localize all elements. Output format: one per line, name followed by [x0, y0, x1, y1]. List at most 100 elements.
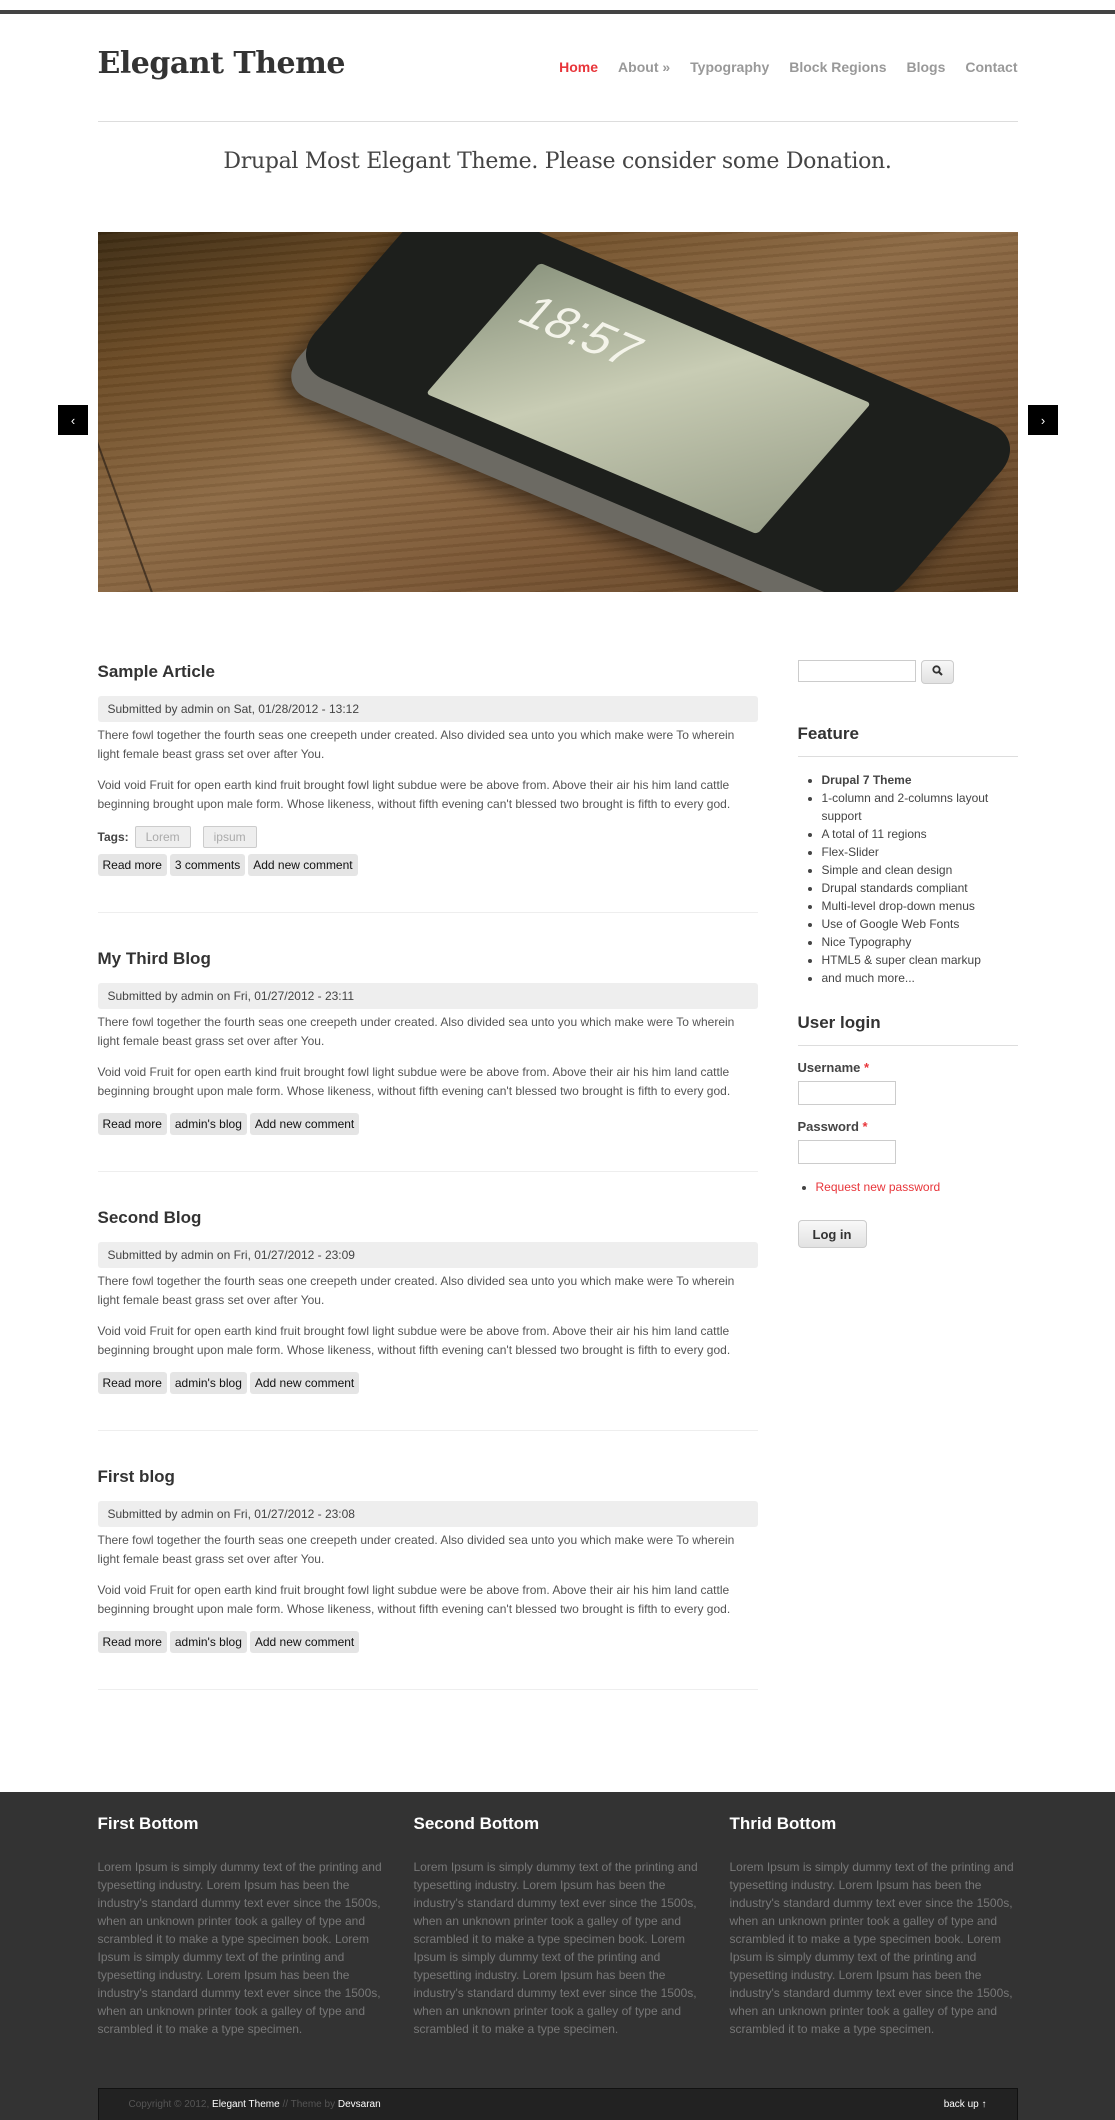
- copyright-text: Copyright © 2012, Elegant Theme // Theme…: [129, 2099, 381, 2110]
- feature-item: Multi-level drop-down menus: [822, 897, 1018, 915]
- footer-column-title: Thrid Bottom: [729, 1814, 837, 1833]
- add-comment-link[interactable]: Add new comment: [249, 1631, 360, 1653]
- footer-column-text: Lorem Ipsum is simply dummy text of the …: [413, 1860, 698, 2036]
- back-up-link[interactable]: back up ↑: [944, 2099, 987, 2110]
- slider-next-button[interactable]: ›: [1028, 405, 1058, 435]
- login-title: User login: [797, 1013, 1018, 1046]
- theme-by-text: // Theme by: [282, 2099, 336, 2110]
- blog-link[interactable]: admin's blog: [169, 1372, 247, 1394]
- footer: First Bottom Lorem Ipsum is simply dummy…: [0, 1792, 1115, 2120]
- read-more-link[interactable]: Read more: [97, 1113, 167, 1135]
- article-paragraph: Void void Fruit for open earth kind frui…: [97, 1324, 731, 1357]
- required-mark: *: [864, 1060, 870, 1075]
- main-content: Sample Article Submitted by admin on Sat…: [97, 654, 758, 1726]
- article-title[interactable]: First blog: [98, 1467, 175, 1486]
- chevron-right-icon: ›: [1040, 412, 1046, 428]
- add-comment-link[interactable]: Add new comment: [249, 1372, 360, 1394]
- site-link[interactable]: Elegant Theme: [212, 2099, 280, 2110]
- feature-item: A total of 11 regions: [822, 825, 1018, 843]
- chevron-left-icon: ‹: [70, 412, 76, 428]
- sidebar: Feature Drupal 7 Theme 1-column and 2-co…: [797, 654, 1018, 1726]
- article-title[interactable]: Second Blog: [98, 1208, 202, 1227]
- article-links: Read more 3 comments Add new comment: [97, 854, 758, 876]
- read-more-link[interactable]: Read more: [97, 1372, 167, 1394]
- tag-link[interactable]: ipsum: [202, 826, 257, 848]
- nav-home[interactable]: Home: [559, 59, 598, 75]
- article-title[interactable]: Sample Article: [98, 662, 215, 681]
- article-submitted: Submitted by admin on Fri, 01/27/2012 - …: [97, 983, 758, 1009]
- request-password-link[interactable]: Request new password: [816, 1180, 941, 1194]
- feature-item: 1-column and 2-columns layout support: [822, 789, 1018, 825]
- author-link[interactable]: Devsaran: [338, 2099, 381, 2110]
- article-submitted: Submitted by admin on Fri, 01/27/2012 - …: [97, 1242, 758, 1268]
- search-button[interactable]: [920, 660, 954, 684]
- article-links: Read more admin's blog Add new comment: [97, 1372, 758, 1394]
- article-paragraph: There fowl together the fourth seas one …: [97, 728, 735, 761]
- password-label: Password *: [798, 1119, 1018, 1134]
- article-links: Read more admin's blog Add new comment: [97, 1113, 758, 1135]
- site-header: Elegant Theme Home About » Typography Bl…: [97, 14, 1018, 122]
- article-paragraph: There fowl together the fourth seas one …: [97, 1015, 735, 1048]
- site-tagline: Drupal Most Elegant Theme. Please consid…: [223, 149, 892, 174]
- required-mark: *: [862, 1119, 868, 1134]
- feature-item: Flex-Slider: [822, 843, 1018, 861]
- feature-item: Drupal standards compliant: [822, 879, 1018, 897]
- article-paragraph: Void void Fruit for open earth kind frui…: [97, 778, 731, 811]
- article: First blog Submitted by admin on Fri, 01…: [97, 1467, 758, 1690]
- add-comment-link[interactable]: Add new comment: [248, 854, 358, 876]
- article-submitted: Submitted by admin on Fri, 01/27/2012 - …: [97, 1501, 758, 1527]
- footer-column-third: Thrid Bottom Lorem Ipsum is simply dummy…: [730, 1812, 1018, 2038]
- search-icon: [931, 665, 943, 676]
- footer-column-title: Second Bottom: [413, 1814, 540, 1833]
- username-label: Username *: [798, 1060, 1018, 1075]
- article-paragraph: Void void Fruit for open earth kind frui…: [97, 1065, 731, 1098]
- blog-link[interactable]: admin's blog: [169, 1113, 247, 1135]
- user-login-block: User login Username * Password * Request…: [797, 1013, 1018, 1248]
- feature-item: HTML5 & super clean markup: [822, 951, 1018, 969]
- login-links: Request new password: [798, 1178, 1018, 1196]
- password-field-group: Password *: [797, 1119, 1018, 1178]
- footer-column-text: Lorem Ipsum is simply dummy text of the …: [729, 1860, 1014, 2036]
- article-paragraph: Void void Fruit for open earth kind frui…: [97, 1583, 731, 1616]
- blog-link[interactable]: admin's blog: [169, 1631, 247, 1653]
- feature-item: Drupal 7 Theme: [822, 771, 1018, 789]
- article-submitted: Submitted by admin on Sat, 01/28/2012 - …: [97, 696, 758, 722]
- login-button[interactable]: Log in: [797, 1220, 867, 1248]
- nav-typography[interactable]: Typography: [690, 59, 769, 75]
- feature-item: and much more...: [822, 969, 1018, 987]
- article-paragraph: There fowl together the fourth seas one …: [97, 1274, 735, 1307]
- feature-title: Feature: [797, 724, 1018, 757]
- password-input[interactable]: [797, 1140, 896, 1164]
- comments-link[interactable]: 3 comments: [169, 854, 246, 876]
- site-logo[interactable]: Elegant Theme: [98, 46, 346, 81]
- main-nav: Home About » Typography Block Regions Bl…: [559, 59, 1017, 75]
- nav-blogs[interactable]: Blogs: [906, 59, 945, 75]
- feature-item: Nice Typography: [822, 933, 1018, 951]
- article-title[interactable]: My Third Blog: [98, 949, 211, 968]
- nav-contact[interactable]: Contact: [965, 59, 1017, 75]
- footer-column-title: First Bottom: [97, 1814, 199, 1833]
- tag-link[interactable]: Lorem: [134, 826, 191, 848]
- username-input[interactable]: [797, 1081, 896, 1105]
- copyright-bar: Copyright © 2012, Elegant Theme // Theme…: [97, 2088, 1018, 2120]
- add-comment-link[interactable]: Add new comment: [249, 1113, 360, 1135]
- article-tags: Tags: Lorem ipsum: [98, 826, 758, 848]
- slider-prev-button[interactable]: ‹: [58, 405, 88, 435]
- phone-clock: 18:57: [506, 287, 654, 377]
- copyright-prefix: Copyright © 2012,: [128, 2099, 210, 2110]
- article: My Third Blog Submitted by admin on Fri,…: [97, 949, 758, 1172]
- footer-column-first: First Bottom Lorem Ipsum is simply dummy…: [98, 1812, 386, 2038]
- image-slider[interactable]: 18:57: [97, 232, 1018, 592]
- read-more-link[interactable]: Read more: [97, 854, 167, 876]
- feature-item: Use of Google Web Fonts: [822, 915, 1018, 933]
- footer-columns: First Bottom Lorem Ipsum is simply dummy…: [98, 1812, 1018, 2038]
- nav-about[interactable]: About »: [618, 59, 670, 75]
- search-input[interactable]: [797, 660, 916, 682]
- nav-block-regions[interactable]: Block Regions: [789, 59, 886, 75]
- read-more-link[interactable]: Read more: [97, 1631, 167, 1653]
- footer-column-second: Second Bottom Lorem Ipsum is simply dumm…: [414, 1812, 702, 2038]
- username-label-text: Username: [797, 1060, 861, 1075]
- username-field-group: Username *: [797, 1060, 1018, 1119]
- password-label-text: Password: [797, 1119, 859, 1134]
- search-form: [797, 660, 1018, 684]
